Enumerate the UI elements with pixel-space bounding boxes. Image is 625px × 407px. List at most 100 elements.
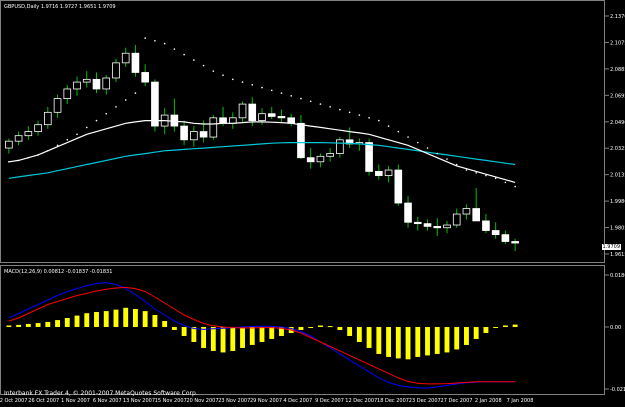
bear-candle [375,171,383,176]
sar-dot [397,130,400,133]
bear-candle [306,157,315,163]
macd-histogram-bar [493,326,499,328]
price-axis-label: 2.0135 [610,173,625,179]
macd-histogram-bar [376,326,382,354]
macd-histogram-bar [317,325,323,327]
sar-dot [193,59,195,61]
time-axis-label: 22 Oct 2007 [0,398,28,404]
macd-histogram-bar [230,326,236,351]
sar-dot [134,92,137,94]
sar-dot [183,53,185,56]
macd-axis-label: 0.01802 [610,273,625,279]
time-axis-label: 18 Dec 2007 [377,398,409,404]
sar-dot [222,74,224,77]
bear-candle [394,169,403,204]
sar-dot [475,171,477,174]
macd-histogram-bar [103,311,109,327]
macd-panel[interactable]: 0.01802 0.00 -0.02137 MACD(12,26,9) 0.0081… [0,265,625,395]
bear-candle [511,241,519,244]
time-axis-label: 12 Dec 2007 [345,398,378,404]
sar-dot [426,147,429,149]
bear-candle [482,220,490,231]
macd-histogram-bar [171,326,177,330]
macd-histogram-bar [181,326,187,336]
bull-candle [44,111,52,126]
macd-histogram-bar [94,312,99,327]
bull-candle [5,140,13,149]
price-chart-panel[interactable]: 2.1370 2.1075 2.0885 2.0695 2.0490 2.0325 2.01… [0,0,625,263]
bull-candle [82,78,91,83]
macd-histogram-bar [327,326,333,328]
bear-candle [277,116,286,119]
sar-dot [105,112,108,115]
sar-dot [56,144,59,147]
macd-histogram-bar [240,326,245,348]
price-axis-label: 2.0490 [610,120,625,126]
macd-histogram-bar [366,326,372,348]
sar-dot [163,42,166,45]
bull-candle [228,117,237,124]
macd-axis: 0.01802 0.00 -0.02137 [605,273,625,393]
sar-dot [27,156,30,159]
bear-candle [248,103,257,121]
bear-candle [365,142,373,172]
sar-dot [358,114,361,116]
sar-dot [416,141,419,144]
macd-histogram-bar [454,326,460,350]
sar-dot [144,37,146,39]
sar-dot [8,160,10,163]
macd-histogram-bar [201,326,207,348]
macd-histogram-bar [133,309,138,327]
sar-dot [85,126,88,129]
sar-dot [212,70,215,72]
macd-histogram-bar [152,314,158,327]
macd-histogram-bar [308,326,314,328]
bear-candle [433,225,442,229]
sar-dot [446,158,448,160]
sar-dot [66,139,69,141]
macd-histogram-bar [444,326,450,353]
bear-candle [141,72,149,83]
sar-dot [47,150,49,152]
bull-candle [34,124,42,132]
sar-dot [329,106,331,108]
bear-candle [199,131,208,138]
time-axis-label: 20 Nov 2007 [186,398,219,404]
price-axis: 2.1370 2.1075 2.0885 2.0695 2.0490 2.0325 2.01… [605,14,625,258]
bear-candle [267,113,276,117]
price-axis-label: 2.0695 [610,93,625,99]
time-axis-label: 23 Nov 2007 [218,398,251,404]
bear-candle [151,81,159,127]
sar-dot [95,119,98,122]
macd-histogram-bar [395,326,401,359]
time-axis-label: 4 Dec 2007 [283,398,313,404]
bear-candle [219,117,227,124]
sar-dot [387,125,390,127]
macd-histogram-bar [337,326,343,330]
bull-candle [238,103,247,119]
sar-dot [251,84,254,86]
macd-histogram-bar [298,326,304,330]
sar-dot [290,95,293,97]
bear-candle [180,125,188,141]
chart-title: GBPUSD,Daily 1.9716 1.9727 1.9651 1.9709 [4,4,116,10]
bull-candle [53,98,62,113]
macd-axis-label: -0.02137 [610,387,625,393]
current-price-label: 1.9709 [601,244,621,250]
macd-histogram-bar [269,326,275,339]
sar-dot [76,133,78,136]
macd-histogram-bar [123,307,129,327]
price-axis-label: 1.9980 [610,199,625,205]
macd-histogram-bar [113,309,119,327]
bull-candle [316,155,325,163]
bull-candle [14,135,23,142]
macd-histogram-bar [483,326,489,333]
sar-dot [465,169,468,171]
bull-candle [24,131,33,137]
bear-candle [472,208,480,222]
macd-histogram-bar [25,323,31,327]
macd-histogram-bar [464,326,469,345]
time-axis-label: 2 Jan 2008 [474,398,502,404]
time-axis-label: 6 Nov 2007 [92,398,122,404]
sar-dot [241,81,244,83]
